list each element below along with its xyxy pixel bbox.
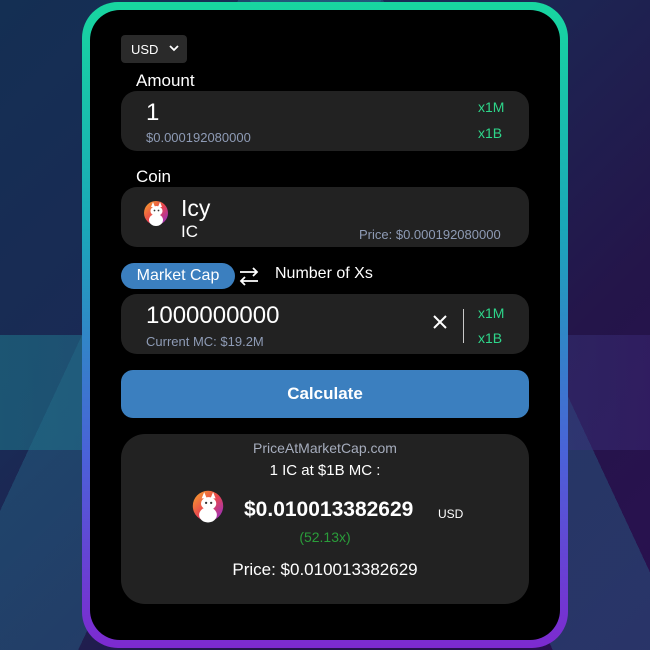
amount-x1m-button[interactable]: x1M [478, 99, 504, 115]
cat-coin-icon [191, 487, 225, 525]
coin-label: Coin [136, 167, 171, 186]
market-cap-x1m-button[interactable]: x1M [478, 305, 504, 321]
currency-select[interactable]: USD [121, 35, 187, 63]
currency-select-value: USD [131, 41, 159, 57]
number-of-xs-toggle[interactable]: Number of Xs [275, 265, 373, 283]
close-icon[interactable] [431, 313, 449, 331]
result-heading: 1 IC at $1B MC : [269, 462, 381, 479]
result-price-unit: USD [438, 507, 464, 521]
amount-input[interactable]: 1 [146, 99, 159, 127]
coin-name: Icy [181, 195, 211, 221]
coin-price: Price: $0.000192080000 [359, 227, 501, 242]
coin-symbol: IC [181, 222, 198, 241]
current-market-cap: Current MC: $19.2M [146, 334, 264, 349]
divider [463, 309, 464, 343]
amount-label: Amount [136, 71, 195, 90]
amount-x1b-button[interactable]: x1B [478, 125, 502, 141]
result-price-big: $0.010013382629 [244, 498, 414, 521]
market-cap-input[interactable]: 1000000000 [146, 302, 279, 330]
cat-coin-icon [143, 198, 169, 228]
result-multiplier: (52.13x) [299, 529, 351, 545]
market-cap-toggle[interactable]: Market Cap [121, 263, 235, 289]
market-cap-x1b-button[interactable]: x1B [478, 330, 502, 346]
site-name: PriceAtMarketCap.com [253, 440, 397, 456]
result-price-line: Price: $0.010013382629 [232, 560, 418, 579]
amount-usd-value: $0.000192080000 [146, 130, 251, 145]
swap-arrows-icon[interactable] [238, 264, 260, 288]
chevron-down-icon [169, 43, 179, 55]
calculate-button[interactable]: Calculate [121, 370, 529, 418]
